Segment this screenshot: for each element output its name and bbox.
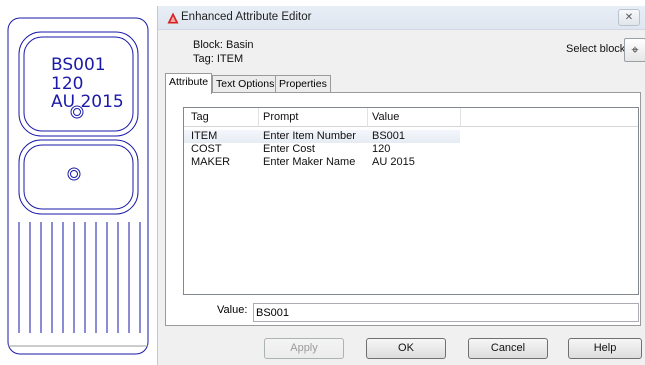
- value-label: Value:: [217, 304, 248, 316]
- help-button[interactable]: Help: [568, 338, 642, 359]
- list-row-maker[interactable]: MAKER Enter Maker Name AU 2015: [184, 156, 638, 169]
- tab-attribute[interactable]: Attribute: [165, 73, 213, 94]
- block-attribute-item: BS001: [51, 55, 106, 75]
- row-value: BS001: [372, 130, 406, 142]
- row-prompt: Enter Maker Name: [263, 156, 356, 168]
- row-value: 120: [372, 143, 391, 155]
- value-input[interactable]: [253, 303, 639, 322]
- list-row-cost[interactable]: COST Enter Cost 120: [184, 143, 638, 156]
- column-header-prompt[interactable]: Prompt: [263, 111, 298, 123]
- row-tag: ITEM: [191, 130, 218, 142]
- cancel-button[interactable]: Cancel: [468, 338, 548, 359]
- row-value: AU 2015: [372, 156, 415, 168]
- pick-crosshair-icon: ⌖: [631, 42, 639, 57]
- close-icon: ✕: [624, 12, 634, 23]
- dialog-title: Enhanced Attribute Editor: [181, 11, 312, 23]
- column-header-value[interactable]: Value: [372, 111, 399, 123]
- ok-button[interactable]: OK: [366, 338, 446, 359]
- row-prompt: Enter Cost: [263, 143, 315, 155]
- attribute-tab-panel: Tag Prompt Value ITEM Enter Item Number …: [165, 92, 641, 326]
- attribute-list[interactable]: Tag Prompt Value ITEM Enter Item Number …: [183, 107, 639, 295]
- column-header-tag[interactable]: Tag: [191, 111, 209, 123]
- block-attribute-maker: AU 2015: [51, 92, 124, 112]
- autocad-app-icon: [167, 12, 179, 24]
- list-row-item[interactable]: ITEM Enter Item Number BS001: [184, 130, 460, 143]
- block-attribute-cost: 120: [51, 74, 84, 94]
- list-header: Tag Prompt Value: [184, 108, 638, 127]
- select-block-button[interactable]: ⌖: [624, 38, 645, 62]
- column-separator[interactable]: [367, 108, 368, 127]
- column-separator[interactable]: [258, 108, 259, 127]
- row-tag: COST: [191, 143, 222, 155]
- title-bar[interactable]: Enhanced Attribute Editor ✕: [158, 6, 645, 30]
- tab-text-options[interactable]: Text Options: [212, 75, 279, 93]
- tag-name-label: Tag: ITEM: [193, 53, 244, 65]
- row-prompt: Enter Item Number: [263, 130, 356, 142]
- drawing-area[interactable]: BS001 120 AU 2015: [0, 0, 157, 365]
- select-block-label: Select block: [566, 43, 626, 55]
- apply-button[interactable]: Apply: [264, 338, 344, 359]
- block-name-label: Block: Basin: [193, 39, 254, 51]
- row-tag: MAKER: [191, 156, 231, 168]
- tab-properties[interactable]: Properties: [275, 75, 331, 93]
- enhanced-attribute-editor-dialog: Enhanced Attribute Editor ✕ Block: Basin…: [157, 6, 645, 365]
- column-separator[interactable]: [460, 108, 461, 127]
- close-button[interactable]: ✕: [618, 9, 640, 26]
